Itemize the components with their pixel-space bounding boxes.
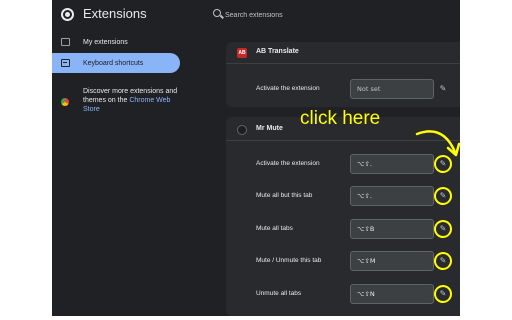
store-promo-text: Discover more extensions and themes on t…: [83, 88, 178, 113]
shortcut-row: Mute all but this tab ⌥⇧. ✎: [226, 185, 460, 207]
shortcut-label: Activate the extension: [256, 85, 320, 92]
puzzle-icon: [61, 38, 70, 46]
extension-name: AB Translate: [256, 48, 299, 55]
pencil-icon[interactable]: ✎: [438, 84, 448, 94]
highlight-circle: [432, 185, 454, 207]
shortcut-label: Unmute all tabs: [256, 290, 302, 297]
sidebar-item-my-extensions[interactable]: My extensions: [52, 32, 180, 52]
highlight-circle: [432, 250, 454, 272]
card-header: AB AB Translate: [226, 42, 460, 64]
shortcut-row: Mute all tabs ⌥⇧B ✎: [226, 218, 460, 240]
ab-translate-icon: AB: [237, 48, 247, 58]
shortcut-label: Mute all tabs: [256, 225, 293, 232]
top-bar: Extensions: [52, 0, 460, 30]
shortcut-input[interactable]: ⌥⇧B: [350, 219, 434, 239]
extension-card-ab-translate: AB AB Translate Activate the extension N…: [226, 42, 460, 107]
keyboard-icon: [61, 59, 70, 67]
shortcut-input[interactable]: ⌥⇧N: [350, 284, 434, 304]
sidebar-item-label: My extensions: [83, 38, 128, 46]
sidebar: My extensions Keyboard shortcuts Discove…: [52, 30, 182, 316]
shortcut-label: Activate the extension: [256, 160, 320, 167]
sidebar-store-promo: Discover more extensions and themes on t…: [52, 84, 180, 120]
arrow-annotation-icon: [415, 130, 461, 157]
shortcut-input[interactable]: ⌥⇧M: [350, 251, 434, 271]
highlight-circle: [432, 218, 454, 240]
shortcut-row: Unmute all tabs ⌥⇧N ✎: [226, 283, 460, 305]
page-title: Extensions: [83, 6, 147, 21]
shortcut-row: Activate the extension Not set ✎: [226, 79, 460, 99]
chrome-web-store-icon: [61, 98, 69, 106]
mr-mute-icon: [237, 125, 247, 135]
shortcut-label: Mute all but this tab: [256, 192, 313, 199]
shortcut-label: Mute / Unmute this tab: [256, 257, 322, 264]
shortcut-input[interactable]: ⌥⇧.: [350, 186, 434, 206]
search-input[interactable]: [225, 8, 425, 22]
extensions-window: Extensions My extensions Keyboard shortc…: [52, 0, 460, 316]
search-icon[interactable]: [213, 9, 221, 17]
sidebar-item-keyboard-shortcuts[interactable]: Keyboard shortcuts: [52, 53, 180, 73]
sidebar-item-label: Keyboard shortcuts: [83, 59, 144, 67]
extension-name: Mr Mute: [256, 125, 283, 132]
highlight-circle: [432, 283, 454, 305]
shortcut-row: Mute / Unmute this tab ⌥⇧M ✎: [226, 250, 460, 272]
shortcut-input[interactable]: Not set: [350, 79, 434, 99]
chrome-logo-icon: [61, 8, 74, 21]
click-here-annotation: click here: [300, 108, 381, 129]
